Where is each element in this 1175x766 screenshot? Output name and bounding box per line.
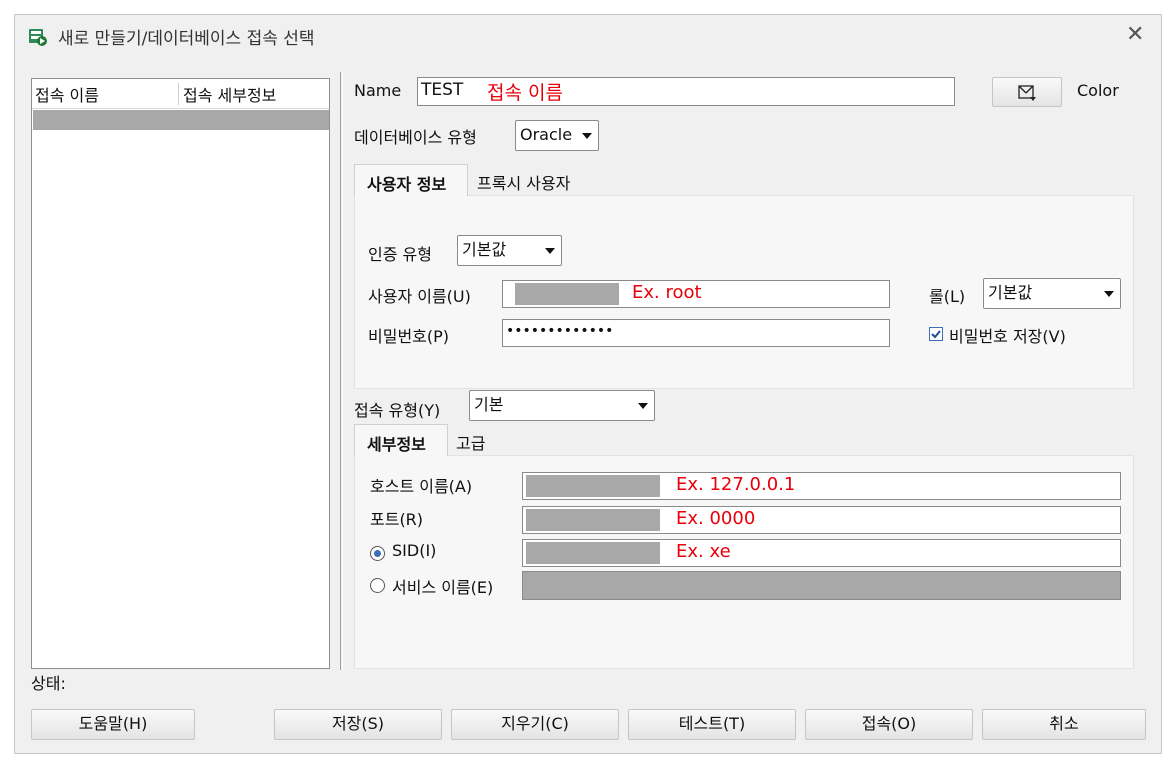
tab-advanced[interactable]: 고급 [456,430,485,454]
cancel-button[interactable]: 취소 [982,709,1146,740]
sid-radio[interactable] [370,546,385,561]
redacted-value [526,509,660,531]
checkmark-icon [931,330,941,339]
save-password-label[interactable]: 비밀번호 저장(V) [949,323,1066,347]
connection-list-header: 접속 이름 접속 세부정보 [32,79,329,109]
status-label: 상태: [31,674,66,693]
name-annotation: 접속 이름 [487,82,563,104]
role-value: 기본값 [988,283,1033,302]
hostname-label: 호스트 이름(A) [370,477,473,496]
column-divider[interactable] [178,83,179,105]
username-input[interactable]: Ex. root [502,280,890,308]
window-title: 새로 만들기/데이터베이스 접속 선택 [58,29,315,49]
database-type-label: 데이터베이스 유형 [354,128,477,147]
name-label: Name [354,81,402,100]
chevron-down-icon [1104,291,1114,297]
save-button[interactable]: 저장(S) [274,709,442,740]
chevron-down-icon [638,403,648,409]
sid-label[interactable]: SID(I) [392,541,436,560]
connection-type-select[interactable]: 기본 [469,390,655,421]
clear-button[interactable]: 지우기(C) [451,709,619,740]
tab-details[interactable]: 세부정보 [354,424,448,456]
column-header-name[interactable]: 접속 이름 [35,82,99,106]
column-header-details[interactable]: 접속 세부정보 [183,82,276,106]
role-select[interactable]: 기본값 [983,278,1121,309]
password-value: ••••••••••••• [506,323,614,339]
username-label: 사용자 이름(U) [368,287,471,306]
database-connect-icon [29,29,47,46]
service-name-input-disabled [522,571,1121,600]
tab-proxy-user[interactable]: 프록시 사용자 [477,170,570,194]
auth-type-value: 기본값 [462,240,507,259]
redacted-value [526,542,660,564]
chevron-down-icon [545,248,555,254]
redacted-value [526,475,660,497]
connection-list-row-selected[interactable] [33,110,329,130]
hostname-input[interactable]: Ex. 127.0.0.1 [522,472,1121,500]
connection-list[interactable]: 접속 이름 접속 세부정보 [31,78,330,669]
name-input-value: TEST [421,80,464,100]
service-name-label[interactable]: 서비스 이름(E) [392,574,493,598]
redacted-value [515,283,619,305]
hostname-hint: Ex. 127.0.0.1 [676,474,796,495]
save-password-checkbox[interactable] [929,327,943,341]
color-label: Color [1077,81,1119,100]
name-input[interactable]: TEST 접속 이름 [417,77,955,106]
help-button[interactable]: 도움말(H) [31,709,195,740]
connection-type-value: 기본 [474,395,504,414]
connect-button[interactable]: 접속(O) [805,709,973,740]
role-label: 롤(L) [929,287,966,306]
password-label: 비밀번호(P) [368,327,450,346]
sid-input[interactable]: Ex. xe [522,539,1121,567]
sid-hint: Ex. xe [676,541,731,562]
panel-divider [340,72,343,670]
password-input[interactable]: ••••••••••••• [502,319,890,347]
connection-type-label: 접속 유형(Y) [354,401,441,420]
username-hint: Ex. root [632,282,702,303]
tab-user-info[interactable]: 사용자 정보 [354,164,468,196]
chevron-down-icon [582,133,592,139]
close-icon[interactable]: ✕ [1126,22,1144,47]
service-name-radio[interactable] [370,578,385,593]
auth-type-select[interactable]: 기본값 [457,235,562,266]
database-type-value: Oracle [520,125,573,144]
color-button[interactable] [992,77,1062,107]
port-input[interactable]: Ex. 0000 [522,506,1121,534]
envelope-icon [1018,85,1036,101]
port-hint: Ex. 0000 [676,508,756,529]
database-type-select[interactable]: Oracle [515,120,599,151]
radio-selected-dot [374,550,381,557]
auth-type-label: 인증 유형 [368,245,432,264]
port-label: 포트(R) [370,510,424,529]
test-button[interactable]: 테스트(T) [628,709,796,740]
